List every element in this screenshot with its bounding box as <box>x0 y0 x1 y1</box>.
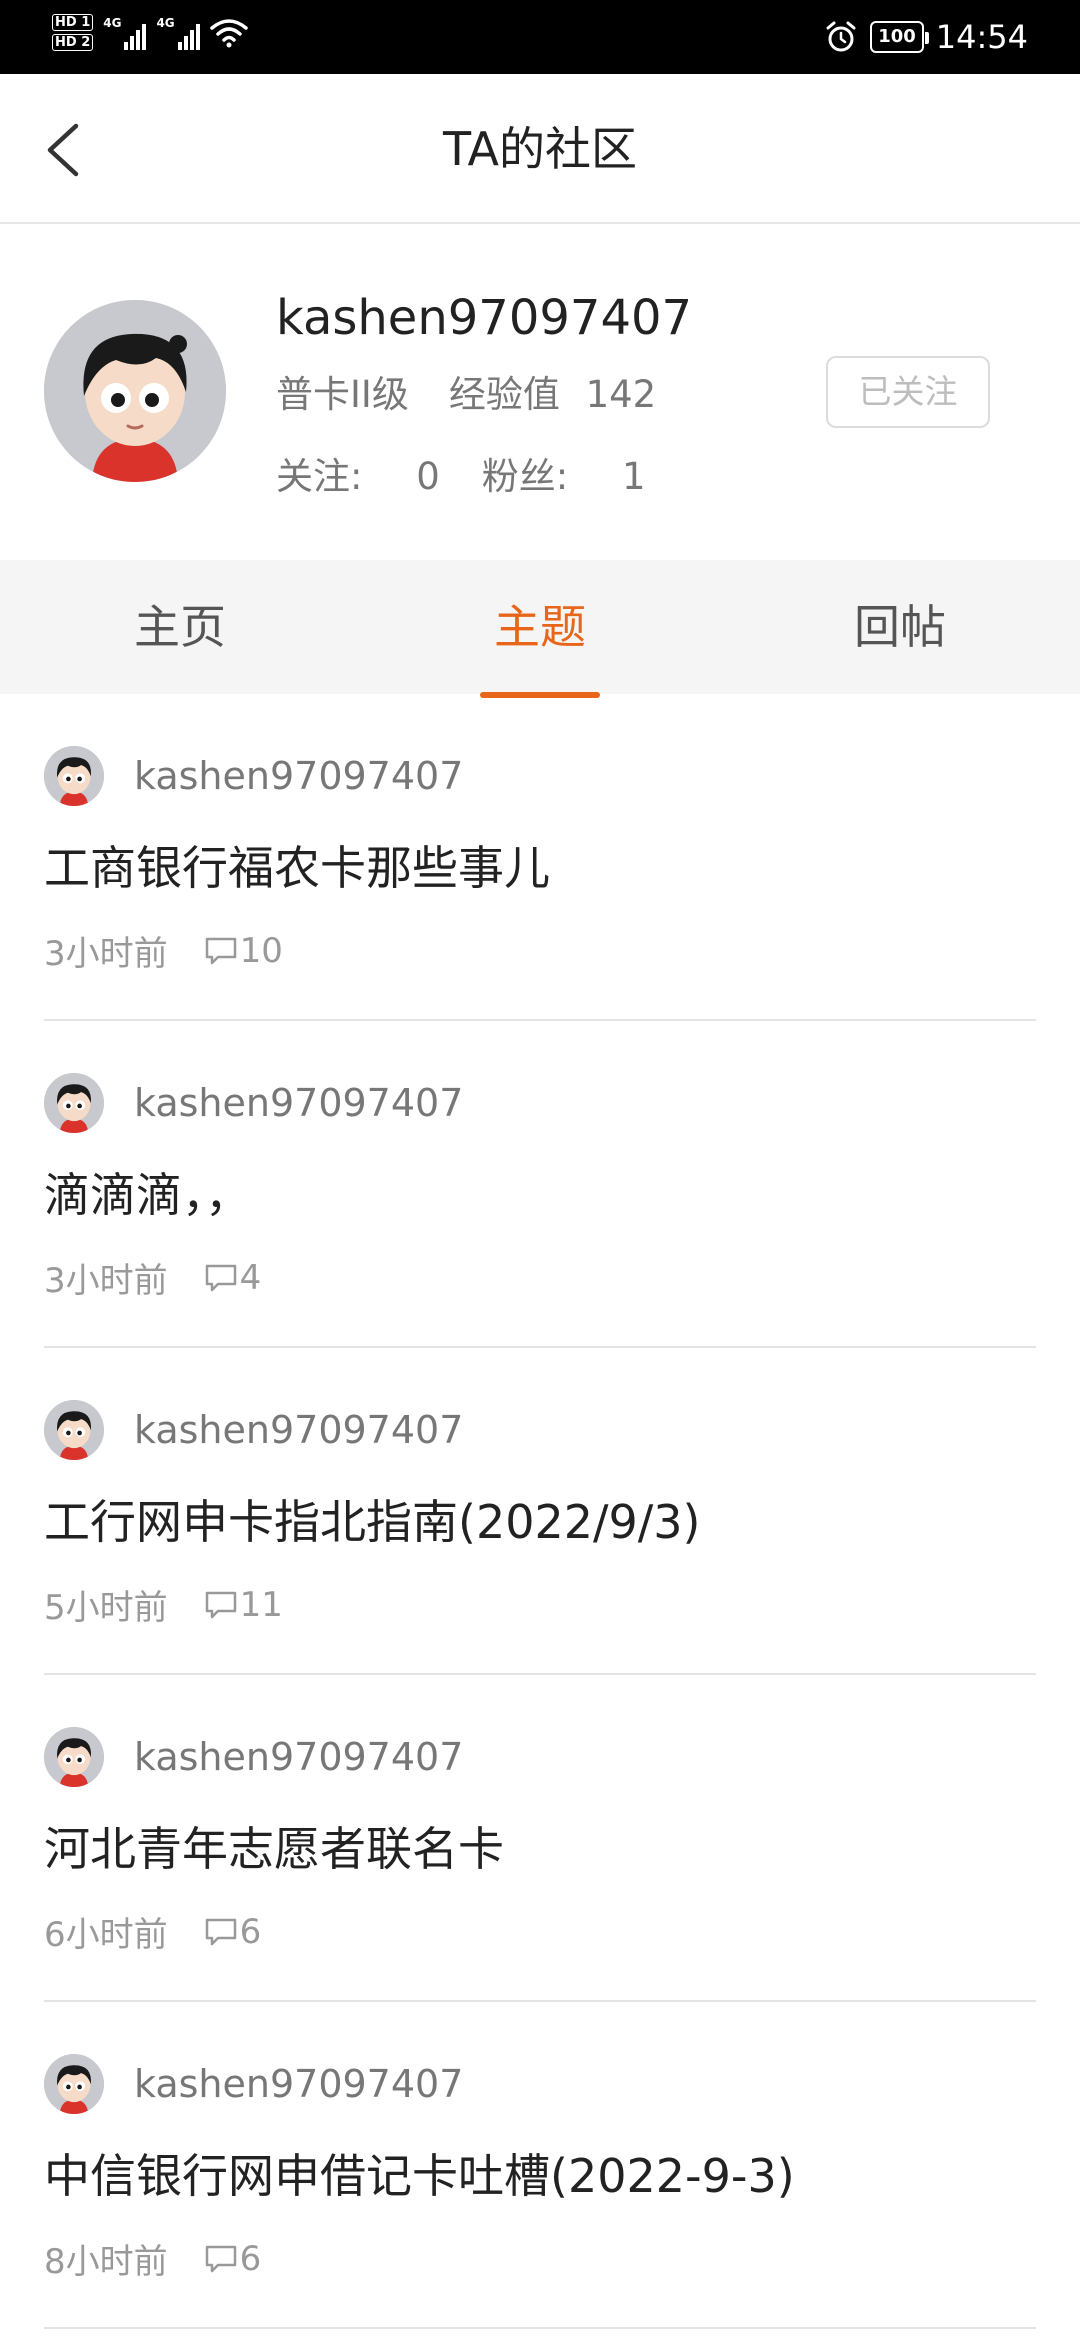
comment-count: 10 <box>239 930 283 971</box>
nav-bar: TA的社区 <box>0 74 1080 224</box>
user-avatar[interactable] <box>44 300 226 482</box>
hd1-badge: HD 1 <box>52 14 94 31</box>
post-title[interactable]: 中信银行网申借记卡吐槽(2022-9-3) <box>44 2140 795 2206</box>
hd-indicators: HD 1 HD 2 <box>52 14 94 51</box>
post-title[interactable]: 工商银行福农卡那些事儿 <box>44 832 550 898</box>
comment-icon <box>205 1264 236 1291</box>
comment-icon <box>205 1918 236 1945</box>
post-time: 6小时前 <box>44 1915 168 1955</box>
comment-count: 4 <box>239 1257 262 1298</box>
exp-label: 经验值 <box>448 373 560 416</box>
post-username: kashen97097407 <box>134 2062 464 2106</box>
comment-count: 6 <box>239 2238 262 2279</box>
comment-count: 6 <box>239 1911 262 1952</box>
post-username: kashen97097407 <box>134 754 464 798</box>
avatar-cartoon-icon <box>44 300 226 482</box>
following-label: 关注: <box>276 455 363 498</box>
post-time: 3小时前 <box>44 1261 168 1301</box>
profile-username: kashen97097407 <box>276 290 693 346</box>
avatar[interactable] <box>44 1400 104 1460</box>
post-username: kashen97097407 <box>134 1081 464 1125</box>
post-meta: 6小时前 6 <box>44 1907 261 1956</box>
wifi-icon <box>209 18 248 47</box>
list-item[interactable]: kashen97097407 河北青年志愿者联名卡 6小时前 6 <box>44 1675 1036 2002</box>
user-level: 普卡II级 <box>276 373 409 416</box>
post-time: 8小时前 <box>44 2242 168 2282</box>
post-meta: 5小时前 11 <box>44 1580 283 1629</box>
list-item[interactable]: kashen97097407 中信银行网申借记卡吐槽(2022-9-3) 8小时… <box>44 2002 1036 2329</box>
avatar-cartoon-icon <box>44 746 104 806</box>
post-meta: 8小时前 6 <box>44 2234 261 2283</box>
tab-bar: 主页 主题 回帖 <box>0 560 1080 698</box>
signal-1-icon: 4G <box>103 16 147 50</box>
avatar[interactable] <box>44 746 104 806</box>
avatar-cartoon-icon <box>44 1073 104 1133</box>
avatar[interactable] <box>44 2054 104 2114</box>
profile-stats-row: 关注: 0 粉丝: 1 <box>276 446 646 500</box>
post-author: kashen97097407 <box>44 1727 463 1787</box>
list-item[interactable]: kashen97097407 工商银行福农卡那些事儿 3小时前 10 <box>44 694 1036 1021</box>
follow-button[interactable]: 已关注 <box>826 356 990 428</box>
post-username: kashen97097407 <box>134 1408 464 1452</box>
avatar-cartoon-icon <box>44 2054 104 2114</box>
tab-replies[interactable]: 回帖 <box>720 560 1080 694</box>
fans-stat[interactable]: 粉丝: 1 <box>482 455 646 498</box>
fans-count: 1 <box>622 455 646 498</box>
status-left: HD 1 HD 2 4G 4G <box>52 14 248 51</box>
post-author: kashen97097407 <box>44 1400 463 1460</box>
post-username: kashen97097407 <box>134 1735 464 1779</box>
post-author: kashen97097407 <box>44 746 463 806</box>
following-count: 0 <box>416 455 440 498</box>
comment-icon <box>205 1591 236 1618</box>
post-title[interactable]: 河北青年志愿者联名卡 <box>44 1813 504 1879</box>
tab-home[interactable]: 主页 <box>0 560 360 694</box>
clock: 14:54 <box>935 18 1028 56</box>
comment-icon <box>205 937 236 964</box>
post-title[interactable]: 工行网申卡指北指南(2022/9/3) <box>44 1486 701 1552</box>
post-meta: 3小时前 10 <box>44 926 283 975</box>
following-stat[interactable]: 关注: 0 <box>276 455 440 498</box>
post-author: kashen97097407 <box>44 1073 463 1133</box>
list-item[interactable]: kashen97097407 滴滴滴，， 3小时前 4 <box>44 1021 1036 1348</box>
page-title: TA的社区 <box>443 122 637 176</box>
post-list: kashen97097407 工商银行福农卡那些事儿 3小时前 10 kashe… <box>0 694 1080 2329</box>
post-author: kashen97097407 <box>44 2054 463 2114</box>
profile-header: kashen97097407 普卡II级 经验值 142 关注: 0 粉丝: 1 已… <box>0 224 1080 560</box>
avatar[interactable] <box>44 1073 104 1133</box>
avatar-cartoon-icon <box>44 1400 104 1460</box>
status-right: 100 14:54 <box>824 18 1028 56</box>
signal-2-icon: 4G <box>156 16 200 50</box>
exp-value: 142 <box>585 373 657 416</box>
hd2-badge: HD 2 <box>52 34 94 51</box>
post-time: 3小时前 <box>44 934 168 974</box>
post-time: 5小时前 <box>44 1588 168 1628</box>
alarm-icon <box>826 21 856 52</box>
profile-level-row: 普卡II级 经验值 142 <box>276 364 656 418</box>
post-title[interactable]: 滴滴滴，， <box>44 1159 251 1225</box>
avatar[interactable] <box>44 1727 104 1787</box>
comment-count: 11 <box>239 1584 283 1625</box>
battery-indicator: 100 <box>870 21 929 53</box>
status-bar: HD 1 HD 2 4G 4G 100 14:54 <box>0 0 1080 74</box>
tab-topics[interactable]: 主题 <box>360 560 720 698</box>
fans-label: 粉丝: <box>481 455 569 498</box>
avatar-cartoon-icon <box>44 1727 104 1787</box>
comment-icon <box>205 2245 236 2272</box>
post-meta: 3小时前 4 <box>44 1253 261 1302</box>
list-item[interactable]: kashen97097407 工行网申卡指北指南(2022/9/3) 5小时前 … <box>44 1348 1036 1675</box>
